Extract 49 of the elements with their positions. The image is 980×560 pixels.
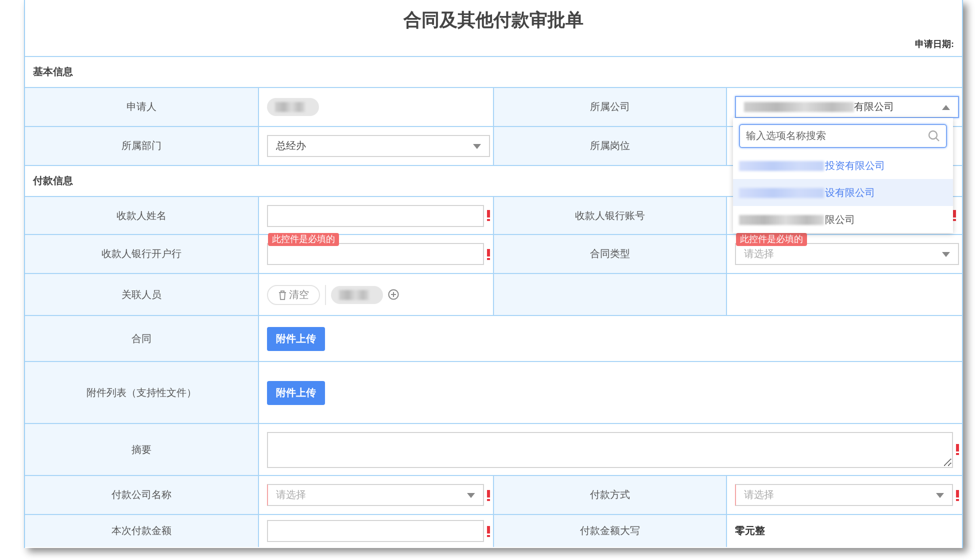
- section-title: 付款信息: [33, 174, 73, 188]
- dropdown-option[interactable]: 设有限公司: [733, 179, 953, 206]
- field-label: 合同: [132, 332, 152, 346]
- field-label: 所属部门: [122, 140, 162, 153]
- field-label: 附件列表（支持性文件）: [86, 386, 196, 400]
- field-label: 收款人姓名: [116, 210, 166, 222]
- field-label: 付款公司名称: [112, 489, 172, 502]
- amount-in-words: 零元整: [735, 524, 765, 538]
- search-field[interactable]: 输入选项名称搜索: [739, 124, 947, 148]
- redacted-block: [275, 102, 305, 112]
- field-label: 付款方式: [590, 488, 630, 502]
- add-icon[interactable]: [388, 289, 399, 300]
- field-label: 所属岗位: [590, 140, 630, 153]
- form-title: 合同及其他付款审批单: [404, 9, 584, 32]
- redacted-block: [339, 290, 369, 300]
- dropdown-option[interactable]: 投资有限公司: [733, 152, 953, 179]
- search-icon: [928, 130, 940, 142]
- select-field[interactable]: 总经办: [267, 135, 490, 157]
- caret-icon: [942, 104, 950, 110]
- field-label: 申请人: [126, 100, 156, 114]
- field-label: 关联人员: [122, 288, 162, 302]
- apply-date-label: 申请日期:: [915, 38, 954, 51]
- field-label: 摘要: [132, 444, 152, 456]
- text-area[interactable]: [267, 432, 953, 468]
- select-field[interactable]: 请选择: [267, 484, 484, 506]
- error-tooltip: 此控件是必填的: [736, 233, 807, 246]
- input-field[interactable]: [267, 204, 484, 226]
- field-label: 付款金额大写: [580, 524, 640, 538]
- dropdown-option[interactable]: 限公司: [733, 206, 953, 233]
- input-field[interactable]: [267, 243, 484, 265]
- caret-icon: [936, 492, 944, 498]
- field-label: 收款人银行账号: [575, 210, 645, 222]
- caret-icon: [942, 252, 950, 256]
- caret-icon: [473, 144, 481, 148]
- field-label: 合同类型: [590, 248, 630, 261]
- field-label: 收款人银行开户行: [102, 248, 182, 261]
- clear-button[interactable]: 清空: [267, 284, 320, 304]
- upload-button[interactable]: 附件上传: [267, 380, 325, 404]
- input-field[interactable]: [267, 520, 484, 542]
- upload-button[interactable]: 附件上传: [267, 326, 325, 350]
- field-label: 所属公司: [590, 100, 630, 114]
- section-title: 基本信息: [33, 66, 73, 79]
- error-tooltip: 此控件是必填的: [268, 233, 339, 246]
- select-field[interactable]: 请选择: [735, 484, 953, 506]
- trash-icon: [278, 290, 287, 300]
- caret-icon: [467, 492, 475, 498]
- field-label: 本次付款金额: [112, 524, 172, 538]
- select-field[interactable]: 请选择: [735, 243, 959, 265]
- select-field[interactable]: 有限公司: [735, 96, 959, 118]
